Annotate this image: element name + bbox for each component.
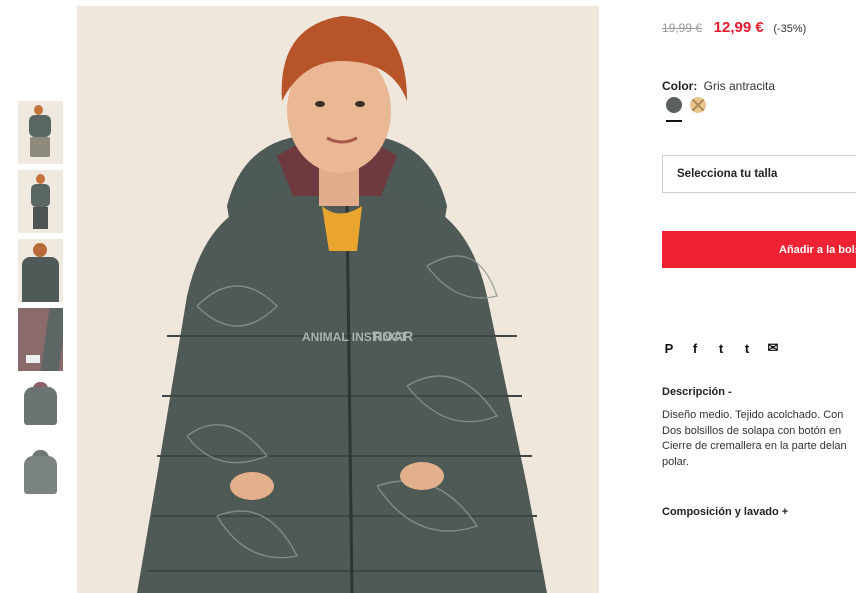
thumbnail-3[interactable] [18,239,63,302]
email-icon[interactable]: ✉ [766,340,780,356]
swatch-gris-antracita[interactable] [666,97,682,113]
share-icons: P f t t ✉ [662,340,780,356]
thumbnail-gallery [18,101,63,515]
color-swatches [666,97,706,113]
selected-swatch-indicator [666,120,682,122]
thumbnail-6[interactable] [18,446,63,509]
description-line: Dos bolsillos de solapa con botón en [662,424,842,437]
description-text: Diseño medio. Tejido acolchado. Con Dos … [662,408,856,470]
description-line: Diseño medio. Tejido acolchado. Con [662,409,844,421]
product-info-panel: 19,99 € 12,99 € (-35%) Color: Gris antra… [662,0,856,593]
composition-toggle[interactable]: Composición y lavado + [662,506,788,518]
print-text-2: ROAR [372,328,413,344]
add-to-bag-button[interactable]: Añadir a la bolsa [662,231,856,268]
description-line: Cierre de cremallera en la parte delan [662,440,847,452]
swatch-beige-unavailable[interactable] [690,97,706,113]
tumblr-icon[interactable]: t [740,341,754,356]
color-label: Color: [662,79,698,93]
thumbnail-2[interactable] [18,170,63,233]
old-price: 19,99 € [662,21,703,35]
size-selector[interactable]: Selecciona tu talla [662,155,856,193]
pinterest-icon[interactable]: P [662,341,676,356]
thumbnail-1[interactable] [18,101,63,164]
facebook-icon[interactable]: f [688,341,702,356]
twitter-icon[interactable]: t [714,341,728,356]
description-line: polar. [662,455,689,468]
price-row: 19,99 € 12,99 € (-35%) [662,19,806,36]
color-value: Gris antracita [703,79,776,93]
main-product-image[interactable]: ANIMAL INSTINCT ROAR [77,6,599,593]
discount-badge: (-35%) [773,23,807,35]
thumbnail-5[interactable] [18,377,63,440]
thumbnail-4[interactable] [18,308,63,371]
sale-price: 12,99 € [713,19,764,36]
description-toggle[interactable]: Descripción - [662,386,732,398]
color-label-row: Color: Gris antracita [662,79,775,93]
